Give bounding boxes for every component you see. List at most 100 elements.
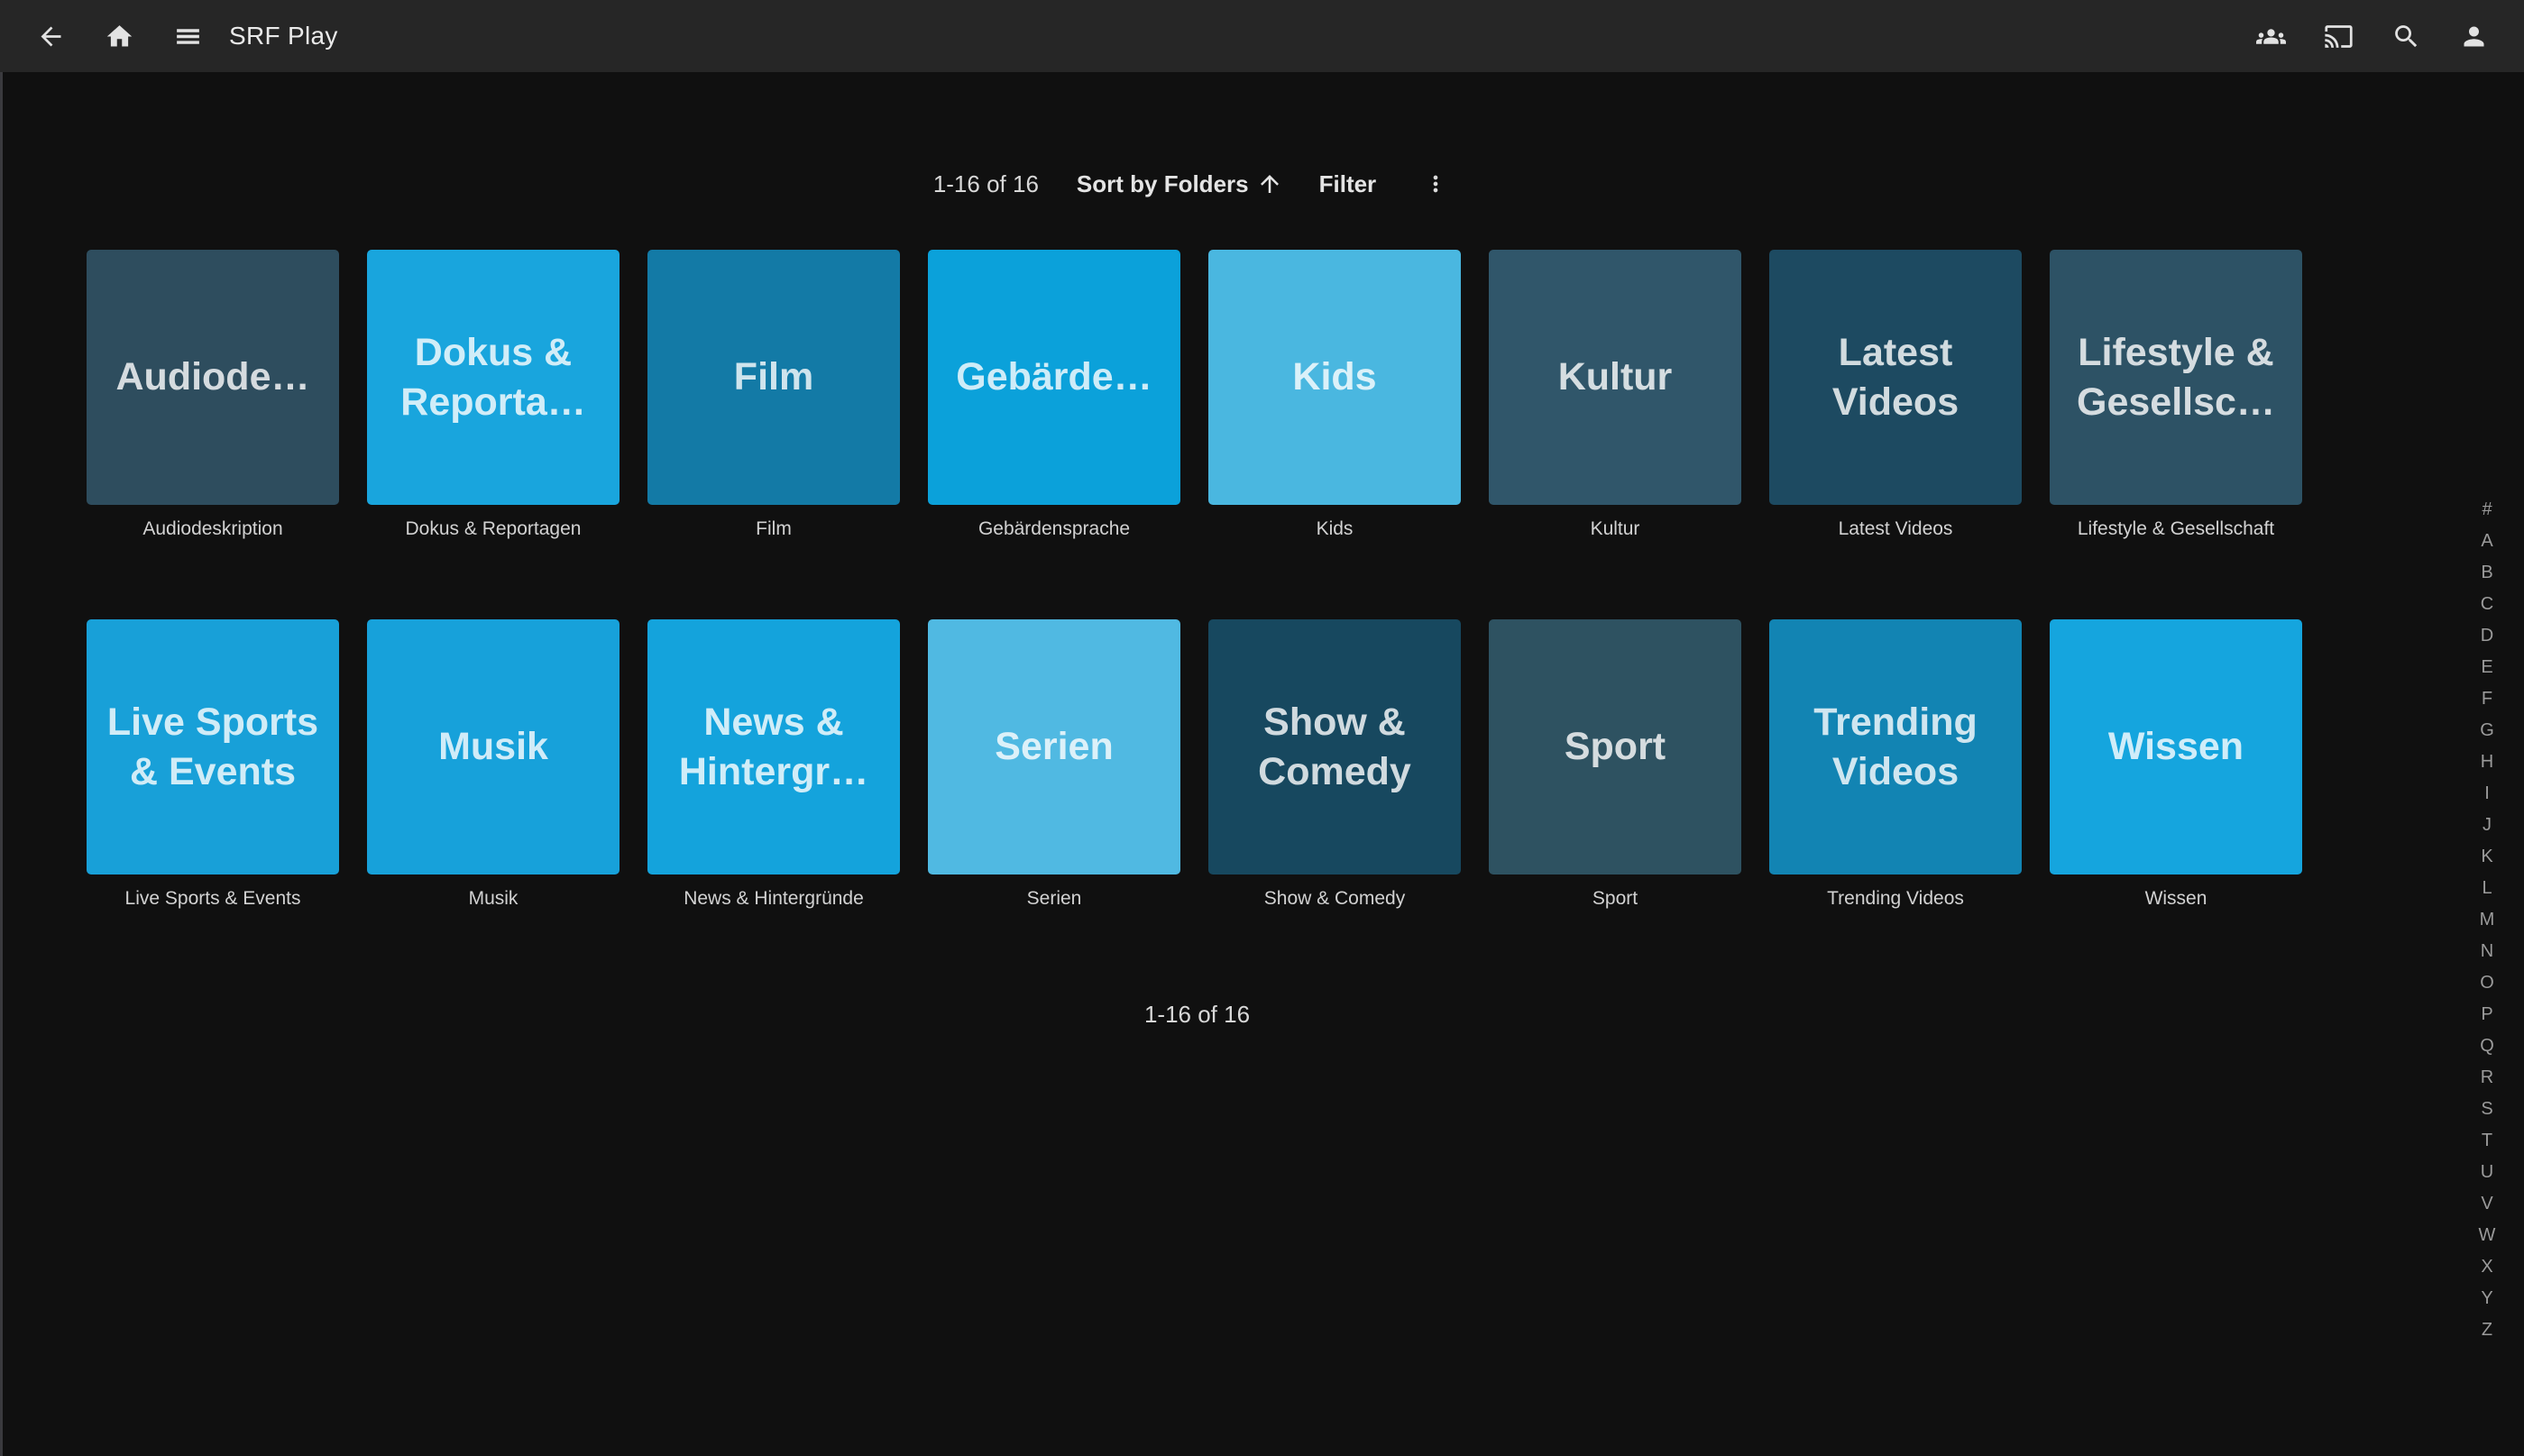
- alpha-letter-y[interactable]: Y: [2466, 1283, 2508, 1314]
- library-card[interactable]: Live Sports & Events Live Sports & Event…: [87, 619, 339, 911]
- alpha-letter-a[interactable]: A: [2466, 526, 2508, 557]
- alpha-letter-i[interactable]: I: [2466, 778, 2508, 810]
- alpha-letter-n[interactable]: N: [2466, 936, 2508, 967]
- folder-label[interactable]: Film: [647, 517, 900, 541]
- library-card[interactable]: Gebärde… Gebärdensprache: [928, 250, 1180, 541]
- library-card[interactable]: Serien Serien: [928, 619, 1180, 911]
- sort-button-label: Sort by Folders: [1077, 170, 1249, 198]
- alpha-letter-l[interactable]: L: [2466, 873, 2508, 904]
- folder-label[interactable]: Kids: [1208, 517, 1461, 541]
- library-card[interactable]: Wissen Wissen: [2050, 619, 2302, 911]
- alpha-letter-p[interactable]: P: [2466, 999, 2508, 1030]
- folder-label[interactable]: Gebärdensprache: [928, 517, 1180, 541]
- library-page: 1-16 of 16 Sort by Folders Filter Audiod…: [0, 165, 2466, 1029]
- folder-tile-10[interactable]: Musik: [367, 619, 620, 875]
- folder-label[interactable]: Live Sports & Events: [87, 887, 339, 911]
- more-options-button[interactable]: [1410, 171, 1461, 197]
- library-card[interactable]: Kids Kids: [1208, 250, 1461, 541]
- library-card[interactable]: Audiode… Audiodeskription: [87, 250, 339, 541]
- library-card[interactable]: Trending Videos Trending Videos: [1769, 619, 2022, 911]
- alpha-letter-q[interactable]: Q: [2466, 1030, 2508, 1062]
- library-card[interactable]: Show & Comedy Show & Comedy: [1208, 619, 1461, 911]
- library-card[interactable]: Film Film: [647, 250, 900, 541]
- folder-tile-text: Sport: [1565, 722, 1666, 771]
- alpha-letter-g[interactable]: G: [2466, 715, 2508, 746]
- alpha-letter-h[interactable]: H: [2466, 746, 2508, 778]
- folder-label[interactable]: Latest Videos: [1769, 517, 2022, 541]
- alpha-letter-o[interactable]: O: [2466, 967, 2508, 999]
- app-bar: SRF Play: [0, 0, 2524, 72]
- filter-button[interactable]: Filter: [1301, 170, 1395, 198]
- alpha-letter-f[interactable]: F: [2466, 683, 2508, 715]
- menu-icon: [173, 22, 203, 51]
- folder-label[interactable]: Wissen: [2050, 887, 2302, 911]
- library-card[interactable]: Sport Sport: [1489, 619, 1741, 911]
- folder-label[interactable]: Audiodeskription: [87, 517, 339, 541]
- folder-label[interactable]: Sport: [1489, 887, 1741, 911]
- folder-tile-14[interactable]: Sport: [1489, 619, 1741, 875]
- cast-button[interactable]: [2317, 14, 2360, 58]
- alpha-letter-r[interactable]: R: [2466, 1062, 2508, 1094]
- library-card[interactable]: Dokus & Reporta… Dokus & Reportagen: [367, 250, 620, 541]
- library-card[interactable]: Lifestyle & Gesellsc… Lifestyle & Gesell…: [2050, 250, 2302, 541]
- folder-tile-text: Kids: [1292, 353, 1376, 401]
- folder-label[interactable]: Serien: [928, 887, 1180, 911]
- alpha-letter-x[interactable]: X: [2466, 1251, 2508, 1283]
- library-card[interactable]: Musik Musik: [367, 619, 620, 911]
- folder-tile-text: Wissen: [2108, 722, 2244, 771]
- folder-tile-1[interactable]: Audiode…: [87, 250, 339, 505]
- alpha-letter-c[interactable]: C: [2466, 589, 2508, 620]
- folder-label[interactable]: Lifestyle & Gesellschaft: [2050, 517, 2302, 541]
- folder-tile-6[interactable]: Kultur: [1489, 250, 1741, 505]
- folder-tile-4[interactable]: Gebärde…: [928, 250, 1180, 505]
- folder-label[interactable]: Dokus & Reportagen: [367, 517, 620, 541]
- folder-tile-2[interactable]: Dokus & Reporta…: [367, 250, 620, 505]
- folder-tile-text: Live Sports & Events: [97, 698, 328, 795]
- folder-tile-15[interactable]: Trending Videos: [1769, 619, 2022, 875]
- alpha-letter-u[interactable]: U: [2466, 1157, 2508, 1188]
- item-count-bottom: 1-16 of 16: [0, 1001, 2466, 1029]
- alpha-letter-e[interactable]: E: [2466, 652, 2508, 683]
- folder-tile-12[interactable]: Serien: [928, 619, 1180, 875]
- folder-tile-7[interactable]: Latest Videos: [1769, 250, 2022, 505]
- library-card[interactable]: Kultur Kultur: [1489, 250, 1741, 541]
- folder-tile-3[interactable]: Film: [647, 250, 900, 505]
- alpha-letter-d[interactable]: D: [2466, 620, 2508, 652]
- alpha-letter-j[interactable]: J: [2466, 810, 2508, 841]
- filter-button-label: Filter: [1319, 170, 1377, 198]
- library-card[interactable]: Latest Videos Latest Videos: [1769, 250, 2022, 541]
- folder-tile-8[interactable]: Lifestyle & Gesellsc…: [2050, 250, 2302, 505]
- alpha-letter-w[interactable]: W: [2466, 1220, 2508, 1251]
- folder-tile-text: Film: [734, 353, 813, 401]
- sort-button[interactable]: Sort by Folders: [1059, 170, 1301, 198]
- alpha-letter-m[interactable]: M: [2466, 904, 2508, 936]
- alpha-letter-s[interactable]: S: [2466, 1094, 2508, 1125]
- home-button[interactable]: [97, 14, 141, 58]
- folder-label[interactable]: Kultur: [1489, 517, 1741, 541]
- alpha-letter-k[interactable]: K: [2466, 841, 2508, 873]
- folder-tile-16[interactable]: Wissen: [2050, 619, 2302, 875]
- alpha-letter-z[interactable]: Z: [2466, 1314, 2508, 1346]
- alpha-letter-b[interactable]: B: [2466, 557, 2508, 589]
- folder-tile-11[interactable]: News & Hintergr…: [647, 619, 900, 875]
- user-button[interactable]: [2452, 14, 2495, 58]
- alpha-letter-hash[interactable]: #: [2466, 494, 2508, 526]
- folder-tile-9[interactable]: Live Sports & Events: [87, 619, 339, 875]
- folder-tile-5[interactable]: Kids: [1208, 250, 1461, 505]
- alpha-letter-v[interactable]: V: [2466, 1188, 2508, 1220]
- library-card[interactable]: News & Hintergr… News & Hintergründe: [647, 619, 900, 911]
- left-edge-scroll-track: [0, 72, 3, 1456]
- folder-tile-13[interactable]: Show & Comedy: [1208, 619, 1461, 875]
- folder-label[interactable]: Trending Videos: [1769, 887, 2022, 911]
- folder-label[interactable]: News & Hintergründe: [647, 887, 900, 911]
- folder-label[interactable]: Show & Comedy: [1208, 887, 1461, 911]
- user-icon: [2459, 22, 2489, 51]
- folder-label[interactable]: Musik: [367, 887, 620, 911]
- back-button[interactable]: [29, 14, 72, 58]
- back-icon: [36, 22, 66, 51]
- search-button[interactable]: [2384, 14, 2428, 58]
- alpha-letter-t[interactable]: T: [2466, 1125, 2508, 1157]
- folder-tile-text: Musik: [438, 722, 548, 771]
- menu-button[interactable]: [166, 14, 209, 58]
- syncplay-button[interactable]: [2249, 14, 2292, 58]
